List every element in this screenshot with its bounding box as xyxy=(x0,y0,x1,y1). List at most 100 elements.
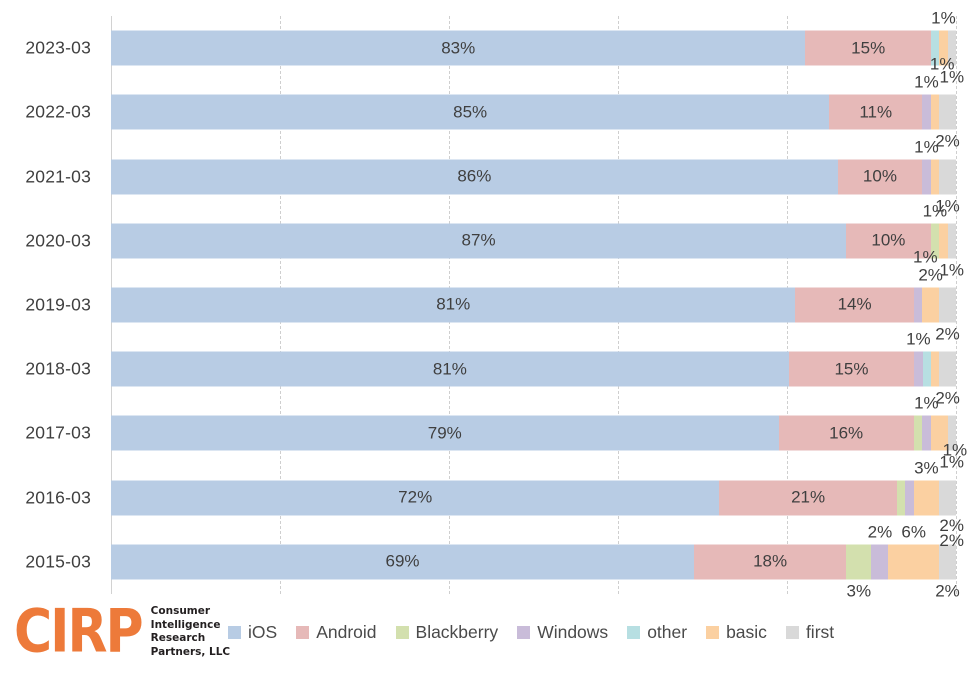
segment-value-label: 81% xyxy=(436,294,471,314)
category-label: 2019-03 xyxy=(25,294,91,315)
legend-item-basic[interactable]: basic xyxy=(706,622,767,643)
bar-row: 2018-03 81% 15% 1% 2% xyxy=(25,330,960,408)
segment-value-label: 11% xyxy=(859,102,893,122)
bar-row: 2015-03 69% 18% 3% 2% 6% 2% xyxy=(25,522,959,600)
segment-value-label: 1% xyxy=(931,8,956,28)
bar-segment-android: 15% xyxy=(788,351,915,387)
segment-value-label: 1% xyxy=(914,72,939,92)
legend-item-android[interactable]: Android xyxy=(296,622,377,643)
gridline-100 xyxy=(956,16,957,594)
bar-row: 2023-03 83% 15% 1% 1% xyxy=(25,9,964,87)
segment-value-label: 3% xyxy=(846,581,872,601)
bar-segment-windows: 1% xyxy=(914,73,939,130)
segment-value-label: 72% xyxy=(398,487,433,507)
legend-item-first[interactable]: first xyxy=(785,622,835,643)
legend-swatch-icon xyxy=(228,626,241,639)
bar-segment-blackberry xyxy=(913,415,923,451)
segment-value-label: 83% xyxy=(441,38,476,58)
cirp-logo-line-1: Consumer xyxy=(150,605,211,617)
legend-swatch-icon xyxy=(785,626,799,639)
segment-value-label: 16% xyxy=(829,423,864,443)
legend-label: Android xyxy=(316,622,377,642)
bar-row: 2016-03 72% 21% 3% 1% xyxy=(25,440,967,530)
bar-segment-windows xyxy=(905,480,914,516)
category-label: 2018-03 xyxy=(25,358,91,379)
bar-segment-first: 2% xyxy=(935,94,960,151)
segment-value-label: 2% xyxy=(918,265,943,285)
bar-segment-ios: 81% xyxy=(111,351,789,387)
cirp-logo: CIRP Consumer Intelligence Research Part… xyxy=(14,602,230,662)
bar-segment-android: 15% xyxy=(805,30,931,66)
bar-segment-first: 1% xyxy=(939,440,967,516)
legend-item-blackberry[interactable]: Blackberry xyxy=(395,622,499,643)
bar-segment-basic: 2% xyxy=(918,265,943,323)
bar-segment-android: 14% xyxy=(795,287,914,323)
chart-legend: iOS Android Blackberry Windows other basic fir… xyxy=(228,622,834,643)
segment-value-label: 15% xyxy=(851,38,886,58)
category-label: 2022-03 xyxy=(25,101,91,122)
bar-segment-basic: 1% xyxy=(930,55,955,130)
legend-swatch-icon xyxy=(517,626,531,639)
chart-footer: CIRP Consumer Intelligence Research Part… xyxy=(0,600,977,677)
segment-value-label: 6% xyxy=(901,522,927,542)
cirp-logo-line-4: Partners, LLC xyxy=(150,645,231,658)
bar-segment-ios: 69% xyxy=(111,544,695,580)
cirp-logo-text: Consumer Intelligence Research Partners,… xyxy=(151,605,230,659)
legend-item-other[interactable]: other xyxy=(627,622,687,643)
segment-value-label: 81% xyxy=(432,359,467,379)
legend-label: Windows xyxy=(537,622,609,642)
bar-segment-blackberry: 3% xyxy=(846,544,872,600)
bar-segment-first: 1% xyxy=(939,223,964,279)
segment-value-label: 86% xyxy=(457,166,492,186)
bar-segment-blackberry xyxy=(896,480,906,516)
legend-swatch-icon xyxy=(627,626,641,639)
segment-value-label: 79% xyxy=(427,423,462,443)
bar-segment-android: 18% xyxy=(694,544,847,580)
segment-value-label: 1% xyxy=(913,247,938,267)
bar-segment-basic xyxy=(939,223,948,259)
legend-label: basic xyxy=(726,622,767,642)
bar-segment-basic xyxy=(930,159,940,195)
bar-segment-ios: 72% xyxy=(111,480,720,516)
bar-segment-android: 10% xyxy=(837,159,923,195)
legend-label: iOS xyxy=(248,622,278,642)
segment-value-label: 3% xyxy=(914,458,939,478)
category-label: 2017-03 xyxy=(25,422,91,443)
category-label: 2020-03 xyxy=(25,230,91,251)
bar-segment-ios: 86% xyxy=(111,159,838,195)
segment-value-label: 87% xyxy=(461,230,496,250)
bar-segment-ios: 81% xyxy=(111,287,796,323)
stacked-bar: 81% 14% 1% 2% 2% xyxy=(111,247,960,343)
bar-row: 2020-03 87% 10% 1% 1% xyxy=(25,201,964,279)
segment-value-label: 1% xyxy=(942,440,968,460)
legend-label: Blackberry xyxy=(415,622,499,642)
bar-segment-first: 1% xyxy=(935,159,960,215)
bar-segment-basic: 3% xyxy=(913,458,940,516)
bar-segment-ios: 85% xyxy=(111,94,830,130)
legend-item-windows[interactable]: Windows xyxy=(517,622,608,643)
bar-row: 2021-03 86% 10% 1% 1% xyxy=(25,137,960,215)
legend-item-ios[interactable]: iOS xyxy=(228,622,277,643)
plot-area: 2023-03 83% 15% 1% 1% 2022-03 85% 11% 1% 1% 2% 2021… xyxy=(25,9,967,601)
segment-value-label: 10% xyxy=(871,230,906,250)
bar-row: 2019-03 81% 14% 1% 2% 2% xyxy=(25,247,960,343)
cirp-logo-line-2: Intelligence xyxy=(150,618,221,631)
segment-value-label: 85% xyxy=(453,102,488,122)
category-label: 2015-03 xyxy=(25,551,91,572)
bar-segment-windows: 1% xyxy=(906,330,931,387)
stacked-bar: 86% 10% 1% 1% xyxy=(111,137,960,215)
stacked-bar-chart: 2023-03 83% 15% 1% 1% 2022-03 85% 11% 1% 1% 2% 2021… xyxy=(0,0,977,677)
bar-segment-ios: 79% xyxy=(111,415,779,451)
stacked-bar: 85% 11% 1% 1% 2% xyxy=(111,55,960,151)
segment-value-label: 1% xyxy=(914,393,939,413)
segment-value-label: 14% xyxy=(837,294,872,314)
bar-row: 2017-03 79% 16% 1% 1% xyxy=(25,394,964,472)
stacked-bar: 83% 15% 1% 1% xyxy=(111,9,964,87)
category-label: 2016-03 xyxy=(25,487,91,508)
bar-segment-windows: 2% xyxy=(868,522,892,580)
bar-segment-ios: 83% xyxy=(111,30,806,66)
legend-label: first xyxy=(805,622,835,642)
bar-segment-basic xyxy=(930,351,940,387)
bar-segment-ios: 87% xyxy=(111,223,847,259)
bar-segment-basic: 6% xyxy=(888,522,940,580)
